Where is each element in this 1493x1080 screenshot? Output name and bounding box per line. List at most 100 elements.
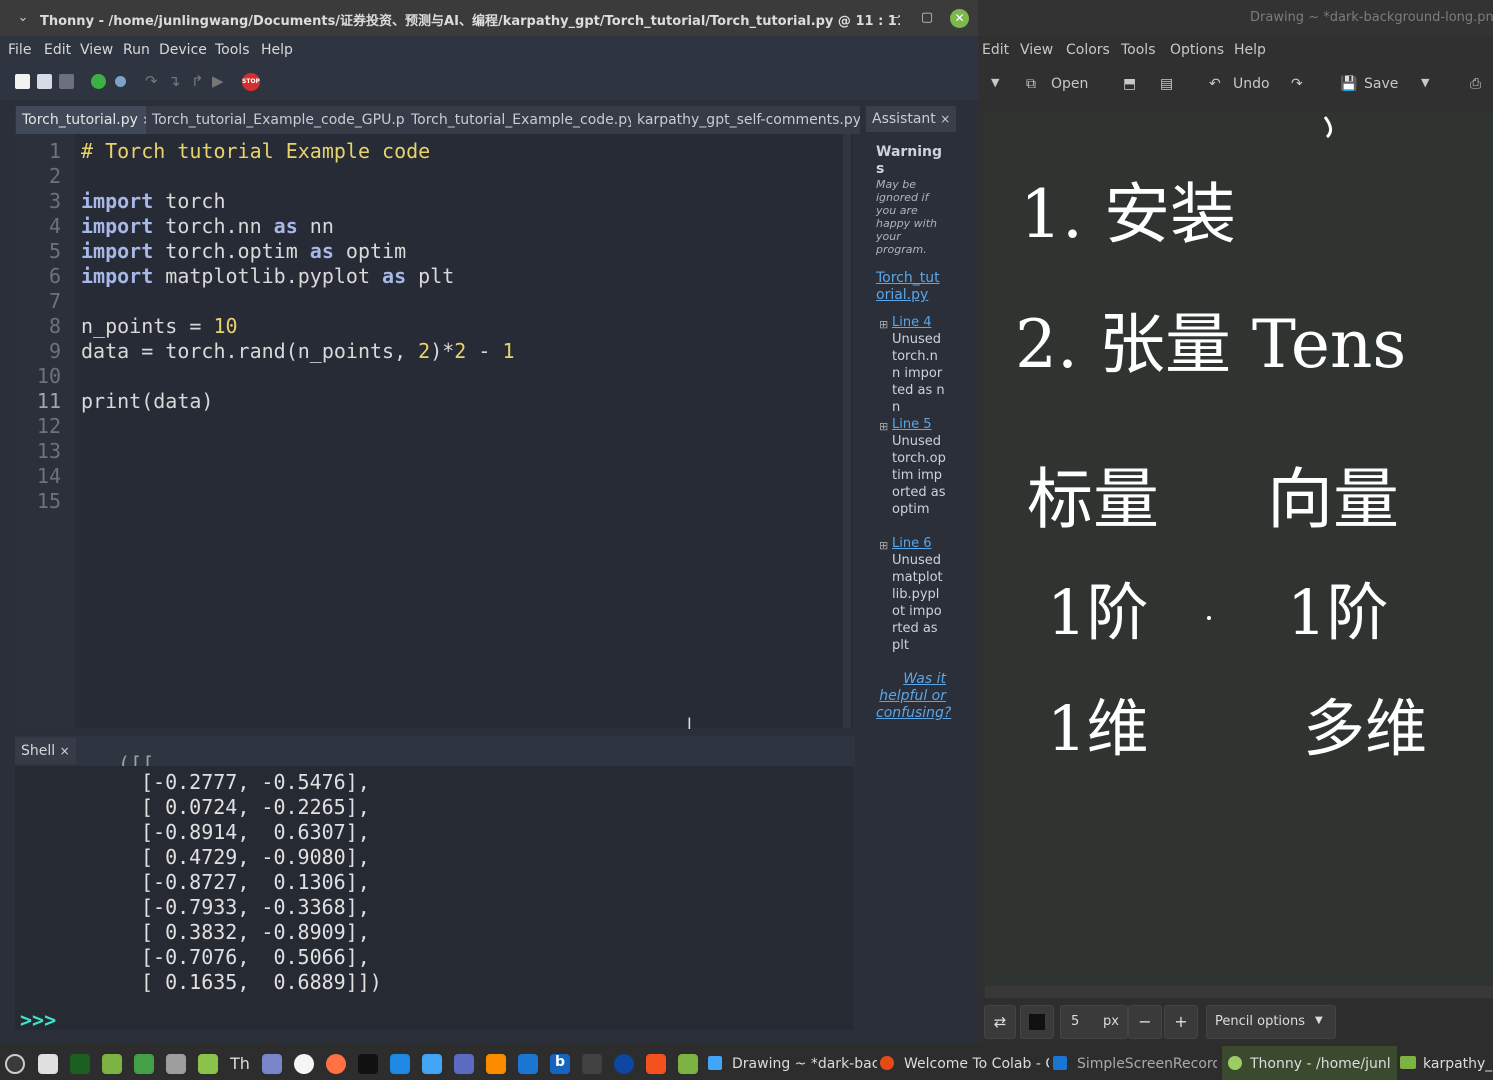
- drawing-menu-edit[interactable]: Edit: [982, 42, 1009, 58]
- tab-assistant[interactable]: Assistant ×: [866, 106, 957, 132]
- size-increase-button[interactable]: +: [1164, 1005, 1198, 1039]
- save-options-arrow-icon[interactable]: ▼: [1421, 76, 1429, 89]
- save-icon[interactable]: 💾: [1340, 76, 1357, 92]
- drawing-canvas[interactable]: 1. 安装 2. 张量 Tens 标量 向量 1阶 1阶 1维 多维: [985, 112, 1493, 986]
- drawing-menu-view[interactable]: View: [1020, 42, 1053, 58]
- minimize-icon[interactable]: –: [887, 9, 905, 27]
- clipboard-icon[interactable]: ▤: [1160, 76, 1173, 92]
- b-app-icon[interactable]: b: [550, 1054, 570, 1074]
- rss-icon[interactable]: [646, 1054, 666, 1074]
- open-file-icon[interactable]: [37, 74, 52, 89]
- expand-icon[interactable]: ⊞: [879, 318, 888, 331]
- files-app-icon[interactable]: [102, 1054, 122, 1074]
- task-screenrecorder[interactable]: SimpleScreenRecorder: [1077, 1056, 1217, 1072]
- resume-icon[interactable]: ▶: [212, 72, 224, 90]
- line-number: 13: [36, 439, 61, 463]
- tab-shell[interactable]: Shell ×: [15, 738, 76, 764]
- menu-file[interactable]: File: [8, 42, 31, 58]
- start-menu-icon[interactable]: [5, 1054, 25, 1074]
- debug-icon[interactable]: [115, 76, 126, 87]
- media-player-icon[interactable]: [486, 1054, 506, 1074]
- redo-icon[interactable]: ↷: [1291, 76, 1303, 92]
- warning-line-link[interactable]: Line 5: [892, 416, 946, 433]
- screenshot-icon[interactable]: [518, 1054, 538, 1074]
- close-window-icon[interactable]: ✕: [950, 9, 969, 28]
- undo-icon[interactable]: ↶: [1209, 76, 1221, 92]
- print-icon[interactable]: ⎙: [1470, 76, 1481, 92]
- editor-scrollbar[interactable]: [843, 134, 851, 728]
- close-tab-icon[interactable]: ×: [940, 112, 950, 126]
- stop-icon[interactable]: STOP: [242, 73, 260, 91]
- task-colab[interactable]: Welcome To Colab - C...: [904, 1056, 1049, 1072]
- open-icon[interactable]: ⧉: [1026, 76, 1036, 92]
- tab-example-code[interactable]: Torch_tutorial_Example_code.py: [405, 106, 638, 134]
- open-button[interactable]: Open: [1051, 76, 1088, 92]
- menu-edit[interactable]: Edit: [44, 42, 71, 58]
- folder-task-icon: [1400, 1056, 1416, 1069]
- new-file-icon[interactable]: [15, 74, 30, 89]
- tool-options-dropdown[interactable]: Pencil options ▼: [1206, 1005, 1336, 1039]
- folder-icon[interactable]: [678, 1054, 698, 1074]
- maximize-icon[interactable]: ▢: [918, 9, 936, 27]
- music-app-icon[interactable]: [38, 1054, 58, 1074]
- task-karpathy[interactable]: karpathy_g: [1423, 1056, 1493, 1072]
- shell-output-line: [-0.8914, 0.6307],: [141, 820, 370, 844]
- drawing-app-icon[interactable]: [422, 1054, 442, 1074]
- save-button[interactable]: Save: [1364, 76, 1398, 92]
- color-button[interactable]: [1020, 1005, 1054, 1039]
- tab-example-gpu[interactable]: Torch_tutorial_Example_code_GPU.py: [146, 106, 411, 134]
- size-field[interactable]: 5 px: [1060, 1005, 1128, 1039]
- close-tab-icon[interactable]: ×: [60, 744, 70, 758]
- menu-run[interactable]: Run: [123, 42, 150, 58]
- tab-karpathy-gpt[interactable]: karpathy_gpt_self-comments.py: [631, 106, 861, 134]
- line-number: 6: [48, 264, 61, 288]
- feedback-link[interactable]: Was it helpful or confusing?: [876, 671, 951, 722]
- task-thonny[interactable]: Thonny - /home/junl...: [1250, 1056, 1392, 1072]
- canvas-horizontal-scrollbar[interactable]: [985, 986, 1493, 998]
- puzzle-app-icon[interactable]: [166, 1054, 186, 1074]
- firefox-icon[interactable]: [326, 1054, 346, 1074]
- atom-icon[interactable]: [134, 1054, 154, 1074]
- menu-help[interactable]: Help: [261, 42, 293, 58]
- step-out-icon[interactable]: ↱: [191, 72, 204, 90]
- expand-icon[interactable]: ⊞: [879, 420, 888, 433]
- shell-prompt[interactable]: >>>: [20, 1008, 56, 1032]
- warning-line-link[interactable]: Line 6: [892, 535, 946, 552]
- window-menu-chevron-icon[interactable]: ⌄: [14, 9, 32, 27]
- drawing-menu-colors[interactable]: Colors: [1066, 42, 1110, 58]
- import-icon[interactable]: ⬒: [1123, 76, 1136, 92]
- expand-icon[interactable]: ⊞: [879, 539, 888, 552]
- drawing-menu-tools[interactable]: Tools: [1121, 42, 1156, 58]
- task-drawing[interactable]: Drawing ~ *dark-back...: [732, 1056, 877, 1072]
- video-app-icon[interactable]: [454, 1054, 474, 1074]
- step-into-icon[interactable]: ↴: [168, 72, 181, 90]
- undo-button[interactable]: Undo: [1233, 76, 1270, 92]
- menu-device[interactable]: Device: [159, 42, 207, 58]
- color-swatch: [1029, 1014, 1045, 1030]
- clapper-icon[interactable]: [582, 1054, 602, 1074]
- font-app-icon[interactable]: Th: [230, 1054, 250, 1074]
- swap-colors-icon[interactable]: ⇄: [984, 1005, 1016, 1039]
- step-over-icon[interactable]: ↷: [145, 72, 158, 90]
- shell-output-line: [-0.2777, -0.5476],: [141, 770, 370, 794]
- tab-torch-tutorial[interactable]: Torch_tutorial.py ×: [16, 106, 152, 134]
- terminal-icon[interactable]: [358, 1054, 378, 1074]
- messenger-icon[interactable]: [390, 1054, 410, 1074]
- save-file-icon[interactable]: [59, 74, 74, 89]
- warning-line-link[interactable]: Line 4: [892, 314, 946, 331]
- notes-app-icon[interactable]: [262, 1054, 282, 1074]
- line-number: 12: [36, 414, 61, 438]
- drawing-menu-options[interactable]: Options: [1170, 42, 1224, 58]
- tab-label: Assistant: [872, 111, 936, 127]
- drawing-menu-help[interactable]: Help: [1234, 42, 1266, 58]
- assistant-file-link[interactable]: Torch_tutorial.py: [876, 270, 946, 304]
- dropdown-arrow-icon[interactable]: ▼: [991, 76, 999, 89]
- system-monitor-icon[interactable]: [70, 1054, 90, 1074]
- menu-view[interactable]: View: [80, 42, 113, 58]
- recorder-icon[interactable]: [614, 1054, 634, 1074]
- menu-tools[interactable]: Tools: [215, 42, 250, 58]
- run-icon[interactable]: [91, 74, 106, 89]
- panda-app-icon[interactable]: [294, 1054, 314, 1074]
- calculator-icon[interactable]: [198, 1054, 218, 1074]
- size-decrease-button[interactable]: −: [1128, 1005, 1162, 1039]
